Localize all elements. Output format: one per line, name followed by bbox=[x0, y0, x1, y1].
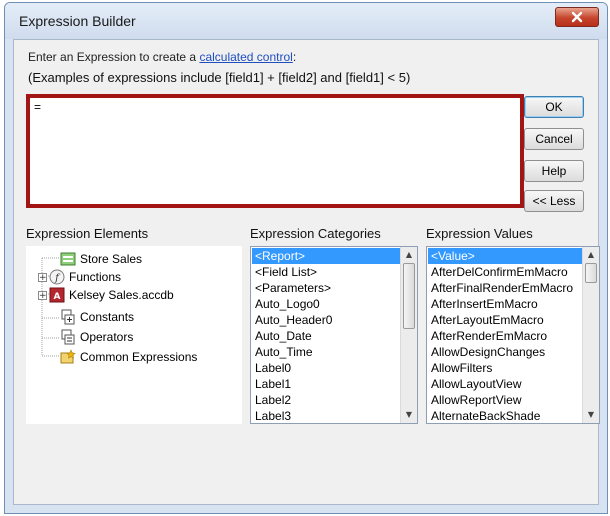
list-item[interactable]: Label2 bbox=[252, 392, 400, 408]
expression-values-label: Expression Values bbox=[426, 226, 533, 241]
operators-icon bbox=[61, 329, 75, 345]
scroll-up-arrow-icon[interactable]: ▲ bbox=[401, 247, 417, 263]
list-item[interactable]: AfterInsertEmMacro bbox=[428, 296, 582, 312]
instruction-suffix: : bbox=[292, 50, 297, 64]
help-button[interactable]: Help bbox=[524, 160, 584, 182]
list-item[interactable]: Label1 bbox=[252, 376, 400, 392]
list-item[interactable]: Auto_Date bbox=[252, 328, 400, 344]
expression-elements-label: Expression Elements bbox=[26, 226, 149, 241]
list-item[interactable]: Auto_Time bbox=[252, 344, 400, 360]
constants-icon bbox=[61, 309, 75, 325]
list-item[interactable]: AllowDesignChanges bbox=[428, 344, 582, 360]
list-item[interactable]: AllowReportView bbox=[428, 392, 582, 408]
list-item[interactable]: Auto_Header0 bbox=[252, 312, 400, 328]
expand-icon[interactable]: + bbox=[38, 290, 47, 300]
ok-button[interactable]: OK bbox=[524, 96, 584, 118]
title-bar[interactable]: Expression Builder bbox=[5, 3, 607, 39]
list-item[interactable]: AfterLayoutEmMacro bbox=[428, 312, 582, 328]
tree-item-label: Functions bbox=[69, 270, 122, 284]
tree-item-common-expressions[interactable]: Common Expressions bbox=[60, 348, 197, 366]
expression-elements-tree[interactable]: Store Sales + f Functions + A Kelsey Sal… bbox=[26, 246, 242, 424]
list-item[interactable]: Auto_Logo0 bbox=[252, 296, 400, 312]
expand-icon[interactable]: + bbox=[38, 272, 47, 282]
tree-item-label: Common Expressions bbox=[80, 350, 198, 364]
tree-item-store-sales[interactable]: Store Sales bbox=[60, 250, 142, 268]
list-item[interactable]: AlternateBackShade bbox=[428, 408, 582, 423]
values-scrollbar[interactable]: ▲ ▼ bbox=[582, 247, 599, 423]
expression-categories-list[interactable]: <Report> <Field List> <Parameters> Auto_… bbox=[250, 246, 418, 424]
expression-input[interactable]: = bbox=[26, 94, 524, 208]
expression-value: = bbox=[34, 100, 42, 114]
list-item[interactable]: Label3 bbox=[252, 408, 400, 423]
scroll-thumb[interactable] bbox=[403, 263, 415, 329]
window-title: Expression Builder bbox=[19, 13, 136, 29]
form-icon bbox=[60, 252, 76, 266]
tree-item-label: Constants bbox=[80, 310, 135, 324]
tree-item-constants[interactable]: Constants bbox=[60, 308, 134, 326]
close-icon bbox=[571, 11, 583, 23]
cancel-button[interactable]: Cancel bbox=[524, 128, 584, 150]
list-item[interactable]: <Value> bbox=[428, 248, 582, 264]
tree-item-label: Operators bbox=[80, 330, 134, 344]
list-item[interactable]: AllowLayoutView bbox=[428, 376, 582, 392]
instruction-text: Enter an Expression to create a calculat… bbox=[28, 50, 296, 64]
list-item[interactable]: <Field List> bbox=[252, 264, 400, 280]
tree-item-functions[interactable]: + f Functions bbox=[38, 268, 121, 286]
list-item[interactable]: AfterFinalRenderEmMacro bbox=[428, 280, 582, 296]
common-expressions-icon bbox=[60, 349, 76, 364]
scroll-thumb[interactable] bbox=[585, 263, 597, 283]
list-item[interactable]: <Report> bbox=[252, 248, 400, 264]
list-item[interactable]: AfterDelConfirmEmMacro bbox=[428, 264, 582, 280]
tree-item-label: Kelsey Sales.accdb bbox=[69, 288, 174, 302]
list-item[interactable]: AfterRenderEmMacro bbox=[428, 328, 582, 344]
tree-item-database[interactable]: + A Kelsey Sales.accdb bbox=[38, 286, 174, 304]
scroll-up-arrow-icon[interactable]: ▲ bbox=[583, 247, 599, 263]
database-icon: A bbox=[49, 287, 65, 303]
svg-text:A: A bbox=[54, 292, 61, 302]
tree-item-label: Store Sales bbox=[80, 252, 143, 266]
list-item[interactable]: AllowFilters bbox=[428, 360, 582, 376]
expression-values-list[interactable]: <Value> AfterDelConfirmEmMacro AfterFina… bbox=[426, 246, 600, 424]
instruction-prefix: Enter an Expression to create a bbox=[28, 50, 200, 64]
less-button[interactable]: << Less bbox=[524, 190, 584, 212]
function-icon: f bbox=[49, 269, 65, 285]
calculated-control-link[interactable]: calculated control bbox=[199, 50, 292, 64]
list-item[interactable]: <Parameters> bbox=[252, 280, 400, 296]
list-item[interactable]: Label0 bbox=[252, 360, 400, 376]
expression-builder-dialog: Expression Builder Enter an Expression t… bbox=[4, 2, 608, 514]
categories-scrollbar[interactable]: ▲ ▼ bbox=[400, 247, 417, 423]
close-button[interactable] bbox=[555, 7, 599, 27]
scroll-down-arrow-icon[interactable]: ▼ bbox=[401, 407, 417, 423]
dialog-body: Enter an Expression to create a calculat… bbox=[13, 39, 600, 505]
tree-item-operators[interactable]: Operators bbox=[60, 328, 133, 346]
expression-categories-label: Expression Categories bbox=[250, 226, 381, 241]
scroll-down-arrow-icon[interactable]: ▼ bbox=[583, 407, 599, 423]
examples-text: (Examples of expressions include [field1… bbox=[28, 70, 411, 85]
